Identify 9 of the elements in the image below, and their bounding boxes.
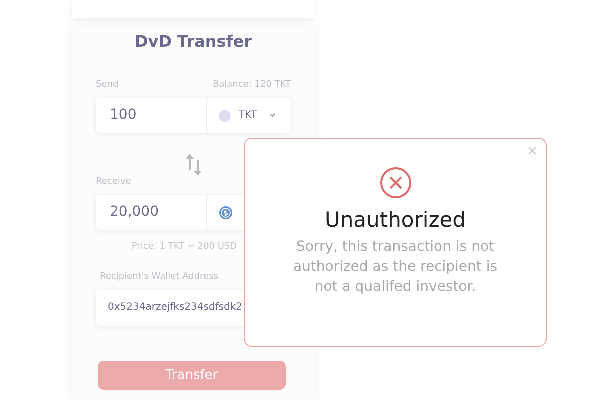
amount-value: 20,000 [109,203,160,222]
balance-text: Balance: 120 TKT [212,80,291,92]
field-label: Receive [96,177,132,189]
card-title: DvD Transfer [134,32,254,53]
field-label: Recipient's Wallet Address [99,272,220,282]
dialog-title: Unauthorized [325,208,466,232]
price-text: Price: 1 TKT = 200 USD [130,242,238,252]
amount-value: 100 [109,106,138,125]
field-label: Send [96,80,119,92]
